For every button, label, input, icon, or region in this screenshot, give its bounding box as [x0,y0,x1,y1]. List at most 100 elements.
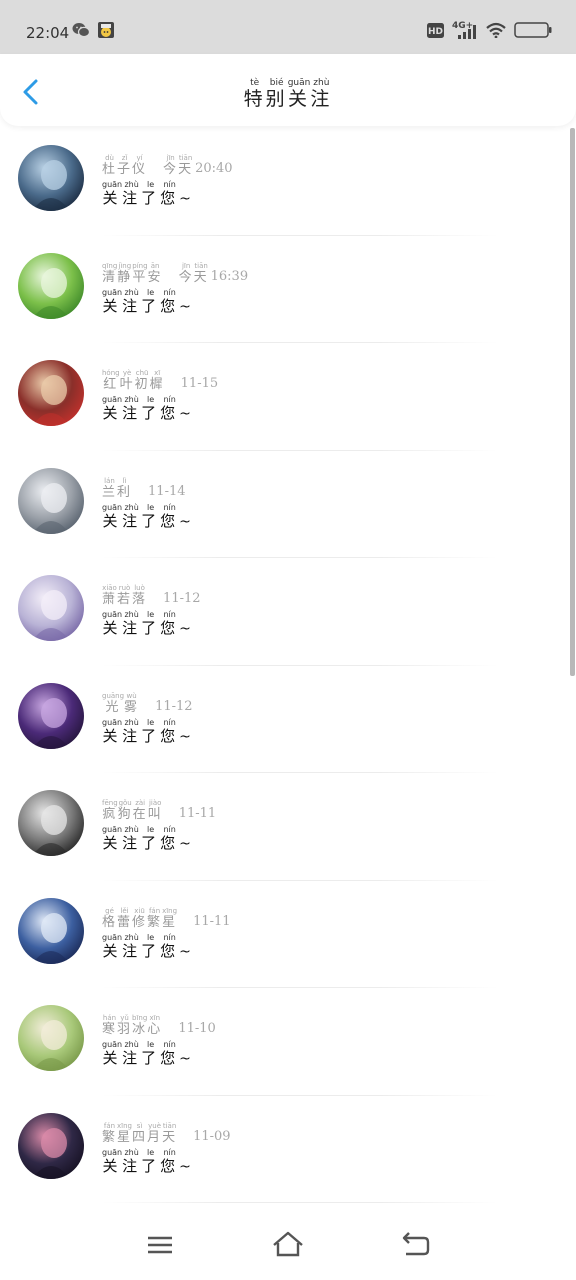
menu-icon [148,1236,172,1254]
follower-list[interactable]: 杜dù子zǐ仪yí 今jīn天tiān 20:40 关guān注zhù了le您nín~… [0,128,570,1208]
message-char: 关guān [102,180,123,207]
timestamp: 11-12 [163,591,200,607]
user-name[interactable]: 杜dù子zǐ仪yí [102,154,147,177]
message-char: 您nín [160,610,180,637]
message-suffix: ~ [179,836,191,852]
message-char: 关guān [102,717,123,745]
avatar[interactable] [18,145,84,211]
message-char: 注zhù [122,1147,142,1175]
avatar[interactable] [18,790,84,856]
user-name[interactable]: 寒hán羽yǔ冰bīng心xīn [102,1014,162,1037]
message-char: 注zhù [122,610,142,637]
user-name[interactable]: 清qīng静jìng平píng安ān [102,262,163,285]
timestamp-value: 16:39 [210,268,249,284]
name-char: 樨xī [149,369,165,392]
message-char: 注zhù [122,287,142,315]
avatar[interactable] [18,360,84,426]
message-char: 注zhù [122,1040,142,1067]
message-char: 您nín [160,1040,180,1067]
list-item[interactable]: 清qīng静jìng平píng安ān 今jīn天tiān 16:39 关guān注zh… [0,236,570,343]
back-nav-button[interactable] [400,1230,430,1260]
avatar[interactable] [18,252,84,319]
list-item[interactable]: 格gé蕾lěi修xiū繁fán星xīng 11-11 关guān注zhù了le您ní… [0,881,570,988]
name-char: 寒hán [102,1014,118,1037]
user-name[interactable]: 红hóng叶yè初chū樨xī [102,369,165,392]
home-button[interactable] [272,1230,303,1260]
name-char: 修xiū [132,906,148,930]
message-char: 了le [141,932,161,960]
message-char: 您nín [160,287,180,315]
navigation-bar [0,1208,576,1280]
time-char: 今jīn [163,154,179,177]
menu-button[interactable] [145,1230,175,1260]
item-meta: 杜dù子zǐ仪yí 今jīn天tiān 20:40 [102,154,233,177]
user-name[interactable]: 疯fēng狗gǒu在zài叫jiào [102,799,163,822]
message-char: 关guān [102,825,123,852]
avatar[interactable] [18,1005,84,1071]
user-name[interactable]: 繁fán星xīng四sì月yuè天tiān [102,1122,177,1145]
message-char: 注zhù [122,825,142,852]
name-char: 星xīng [117,1121,133,1145]
name-char: 格gé [102,906,118,930]
name-char: 月yuè [147,1121,163,1145]
hd-icon: HD [427,22,444,38]
avatar[interactable] [18,682,84,749]
name-char: 四sì [132,1121,148,1145]
message-char: 关guān [102,1040,123,1067]
follow-message: 关guān注zhù了le您nín~ [102,825,191,853]
name-char: 清qīng [102,261,118,285]
name-char: 繁fán [102,1121,118,1145]
divider [102,1202,498,1203]
title-char: 注zhù [310,78,333,110]
message-char: 关guān [102,1147,123,1175]
name-char: 红hóng [102,369,120,392]
list-item[interactable]: 疯fēng狗gǒu在zài叫jiào 11-11 关guān注zhù了le您nín~ [0,773,570,881]
follow-message: 关guān注zhù了le您nín~ [102,288,191,316]
list-item[interactable]: 寒hán羽yǔ冰bīng心xīn 11-10 关guān注zhù了le您nín~ [0,988,570,1096]
message-char: 注zhù [122,180,142,207]
message-char: 了le [141,717,161,745]
list-item[interactable]: 光guāng雾wù 11-12 关guān注zhù了le您nín~ [0,666,570,773]
avatar[interactable] [18,897,84,964]
message-char: 关guān [102,395,123,422]
item-meta: 格gé蕾lěi修xiū繁fán星xīng 11-11 [102,907,231,930]
message-suffix: ~ [179,406,191,422]
list-item[interactable]: 萧xiāo若ruò落luò 11-12 关guān注zhù了le您nín~ [0,558,570,666]
name-char: 子zǐ [117,154,133,177]
name-char: 雾wù [124,691,140,715]
user-name[interactable]: 格gé蕾lěi修xiū繁fán星xīng [102,907,177,930]
svg-text:HD: HD [428,27,443,37]
list-item[interactable]: 红hóng叶yè初chū樨xī 11-15 关guān注zhù了le您nín~ [0,343,570,451]
name-char: 心xīn [147,1014,163,1037]
timestamp-value: 11-14 [148,483,186,499]
wifi-icon [486,22,506,38]
avatar[interactable] [18,1112,84,1179]
list-item[interactable]: 杜dù子zǐ仪yí 今jīn天tiān 20:40 关guān注zhù了le您nín~ [0,128,570,236]
battery-icon [514,22,552,38]
list-item[interactable]: 繁fán星xīng四sì月yuè天tiān 11-09 关guān注zhù了le您n… [0,1096,570,1203]
timestamp-value: 11-11 [178,806,217,821]
name-char: 仪yí [132,154,148,177]
name-char: 星xīng [162,906,178,930]
user-name[interactable]: 光guāng雾wù [102,692,139,715]
title-char: 关guān [287,78,311,110]
timestamp-value: 11-10 [178,1021,216,1036]
message-char: 您nín [160,825,180,852]
name-char: 蕾lěi [117,906,133,930]
message-char: 了le [141,825,161,852]
message-char: 了le [141,1040,161,1067]
title-char: 别bié [265,78,288,110]
timestamp-value: 20:40 [195,161,233,176]
user-name[interactable]: 萧xiāo若ruò落luò [102,584,147,607]
message-char: 您nín [160,1147,180,1175]
avatar[interactable] [18,467,84,534]
list-item[interactable]: 兰lán利lì 11-14 关guān注zhù了le您nín~ [0,451,570,558]
user-name[interactable]: 兰lán利lì [102,477,132,500]
scrollbar[interactable] [570,128,575,676]
name-char: 若ruò [117,584,133,607]
item-meta: 繁fán星xīng四sì月yuè天tiān 11-09 [102,1122,231,1145]
message-suffix: ~ [179,621,191,637]
name-char: 冰bīng [132,1014,148,1037]
follow-message: 关guān注zhù了le您nín~ [102,1148,191,1176]
avatar[interactable] [18,575,84,641]
